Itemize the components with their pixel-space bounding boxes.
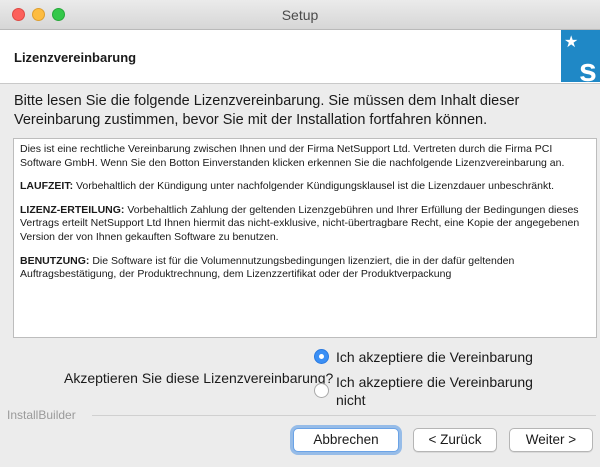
back-button[interactable]: < Zurück	[413, 428, 497, 452]
accept-radio-option[interactable]: Ich akzeptiere die Vereinbarung	[314, 348, 533, 366]
decline-radio-label[interactable]: Ich akzeptiere die Vereinbarung nicht	[336, 373, 551, 409]
radio-unselected-icon[interactable]	[314, 383, 329, 398]
license-paragraph: Dies ist eine rechtliche Vereinbarung zw…	[20, 143, 565, 169]
license-section-heading: LIZENZ-ERTEILUNG:	[20, 203, 125, 216]
license-paragraph: LIZENZ-ERTEILUNG: Vorbehaltlich Zahlung …	[20, 204, 590, 245]
license-section-heading: BENUTZUNG:	[20, 254, 90, 267]
license-paragraph: BENUTZUNG: Die Software ist für die Volu…	[20, 255, 590, 282]
accept-radio-label[interactable]: Ich akzeptiere die Vereinbarung	[336, 348, 533, 366]
agreement-question: Akzeptieren Sie diese Lizenzvereinbarung…	[64, 370, 334, 386]
installbuilder-label: InstallBuilder	[7, 408, 76, 422]
title-bar: Setup	[0, 0, 600, 30]
logo-s-icon: s	[579, 52, 597, 82]
radio-selected-icon[interactable]	[314, 349, 329, 364]
window-title: Setup	[281, 7, 319, 23]
intro-text: Bitte lesen Sie die folgende Lizenzverei…	[14, 93, 520, 128]
page-title: Lizenzvereinbarung	[14, 50, 137, 65]
footer-divider	[92, 415, 596, 416]
installer-logo-icon: ★ s	[561, 30, 600, 82]
decline-radio-option[interactable]: Ich akzeptiere die Vereinbarung nicht	[314, 373, 574, 409]
license-text-area[interactable]: Dies ist eine rechtliche Vereinbarung zw…	[13, 138, 597, 338]
cancel-button[interactable]: Abbrechen	[293, 428, 399, 452]
license-section-body: Vorbehaltlich der Kündigung unter nachfo…	[73, 180, 555, 193]
license-section-body: Die Software ist für die Volumennutzungs…	[20, 254, 515, 281]
page-header: Lizenzvereinbarung ★ s	[0, 30, 600, 84]
license-section-heading: LAUFZEIT:	[20, 180, 74, 193]
next-button[interactable]: Weiter >	[509, 428, 593, 452]
license-paragraph: LAUFZEIT: Vorbehaltlich der Kündigung un…	[20, 180, 590, 194]
star-icon: ★	[564, 34, 579, 51]
